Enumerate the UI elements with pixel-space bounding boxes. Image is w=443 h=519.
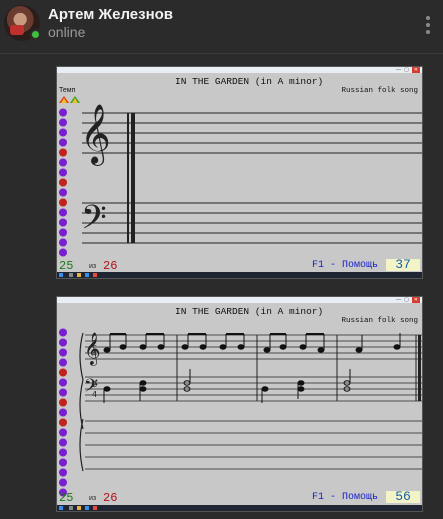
bass-clef-icon: 𝄢 — [81, 199, 107, 245]
counter: 56 — [386, 490, 420, 503]
sidebar-note-icon[interactable] — [58, 208, 68, 217]
song-title: IN THE GARDEN (in A minor) — [175, 306, 324, 317]
sidebar-note-icon[interactable] — [58, 368, 68, 377]
measure-current: 25 — [59, 259, 74, 273]
sidebar-note-icon[interactable] — [58, 418, 68, 427]
svg-text:2: 2 — [92, 339, 97, 348]
treble-clef-icon: 𝄞 — [80, 104, 111, 166]
window-titlebar: —▢ ✕ — [57, 67, 422, 73]
sidebar-note-icon[interactable] — [58, 238, 68, 247]
sidebar-toolbar — [57, 107, 69, 257]
online-indicator — [30, 29, 41, 40]
measure-separator: из — [89, 263, 97, 270]
sidebar-note-icon[interactable] — [58, 218, 68, 227]
window-controls: —▢ ✕ — [396, 67, 420, 73]
sidebar-note-icon[interactable] — [58, 328, 68, 337]
taskbar — [57, 272, 422, 278]
sidebar-note-icon[interactable] — [58, 458, 68, 467]
measure-total: 26 — [103, 259, 118, 273]
header-divider — [0, 53, 443, 54]
sidebar-note-icon[interactable] — [58, 248, 68, 257]
sidebar-toolbar — [57, 327, 69, 497]
sidebar-note-icon[interactable] — [58, 438, 68, 447]
help-hint[interactable]: F1 - Помощь — [312, 492, 378, 503]
taskbar — [57, 505, 422, 511]
sidebar-note-icon[interactable] — [58, 388, 68, 397]
sidebar-note-icon[interactable] — [58, 148, 68, 157]
tempo-label: Темп — [59, 87, 76, 94]
score-staves[interactable]: 𝄞 𝄢 — [77, 103, 422, 253]
tempo-down-icon[interactable] — [70, 96, 80, 103]
sidebar-note-icon[interactable] — [58, 378, 68, 387]
help-hint[interactable]: F1 - Помощь — [312, 260, 378, 271]
sidebar-note-icon[interactable] — [58, 198, 68, 207]
window-controls: —▢ ✕ — [396, 297, 420, 303]
image-message-1[interactable]: —▢ ✕ IN THE GARDEN (in A minor) Russian f… — [56, 66, 423, 279]
sidebar-note-icon[interactable] — [58, 358, 68, 367]
sidebar-note-icon[interactable] — [58, 138, 68, 147]
measure-separator: из — [89, 495, 97, 502]
sidebar-note-icon[interactable] — [58, 408, 68, 417]
sidebar-note-icon[interactable] — [58, 108, 68, 117]
kebab-menu-icon[interactable] — [425, 16, 431, 36]
tempo-up-icon[interactable] — [59, 96, 69, 103]
user-name[interactable]: Артем Железнов — [48, 6, 173, 23]
sidebar-note-icon[interactable] — [58, 158, 68, 167]
window-titlebar: —▢ ✕ — [57, 297, 422, 303]
chat-header: Артем Железнов online — [0, 0, 443, 52]
measure-current: 25 — [59, 491, 74, 505]
status-bar: 25 из 26 F1 - Помощь 56 — [57, 490, 422, 505]
sidebar-note-icon[interactable] — [58, 168, 68, 177]
sidebar-note-icon[interactable] — [58, 468, 68, 477]
sidebar-note-icon[interactable] — [58, 178, 68, 187]
sidebar-note-icon[interactable] — [58, 228, 68, 237]
sidebar-note-icon[interactable] — [58, 398, 68, 407]
svg-text:4: 4 — [92, 349, 97, 358]
user-status: online — [48, 24, 86, 40]
counter: 37 — [386, 258, 420, 271]
song-subtitle: Russian folk song — [341, 87, 418, 95]
sidebar-note-icon[interactable] — [58, 338, 68, 347]
sidebar-note-icon[interactable] — [58, 348, 68, 357]
measure-total: 26 — [103, 491, 118, 505]
svg-text:4: 4 — [92, 390, 97, 399]
image-message-2[interactable]: —▢ ✕ IN THE GARDEN (in A minor) Russian f… — [56, 296, 423, 512]
sidebar-note-icon[interactable] — [58, 188, 68, 197]
sidebar-note-icon[interactable] — [58, 428, 68, 437]
song-title: IN THE GARDEN (in A minor) — [175, 76, 324, 87]
sidebar-note-icon[interactable] — [58, 478, 68, 487]
sidebar-note-icon[interactable] — [58, 128, 68, 137]
sidebar-note-icon[interactable] — [58, 118, 68, 127]
sidebar-note-icon[interactable] — [58, 448, 68, 457]
song-subtitle: Russian folk song — [341, 317, 418, 325]
status-bar: 25 из 26 F1 - Помощь 37 — [57, 258, 422, 273]
score-staves[interactable]: 𝄞 2 4 𝄢 2 4 — [77, 325, 422, 487]
svg-text:2: 2 — [92, 380, 97, 389]
